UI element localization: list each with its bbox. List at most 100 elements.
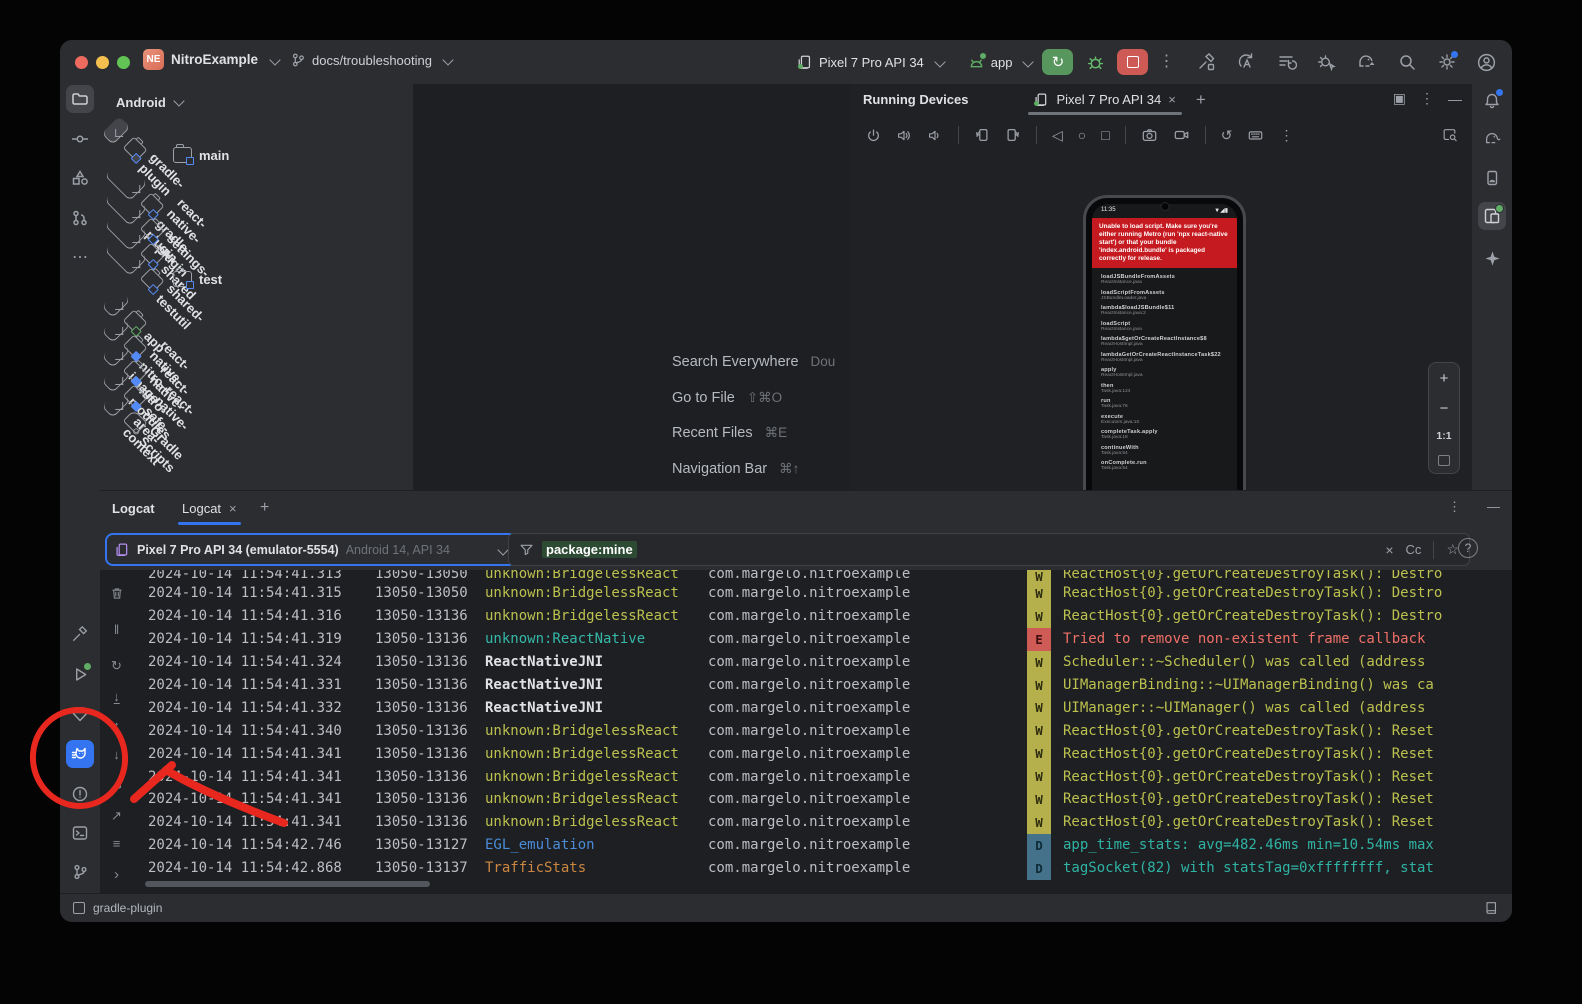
hardware-input-button[interactable]: [1247, 127, 1264, 143]
screen-record-button[interactable]: [1173, 127, 1190, 143]
project-view-selector[interactable]: Android: [100, 84, 413, 118]
device-screen[interactable]: 11:35 ▼◢▮ Unable to load script. Make su…: [1092, 204, 1237, 490]
vcs-branch-widget[interactable]: docs/troubleshooting: [290, 52, 452, 68]
log-row[interactable]: 2024-10-14 11:54:41.340 13050-13136 unkn…: [134, 719, 1512, 742]
tree-chevron-icon[interactable]: [115, 352, 123, 360]
gemini-assistant-tool-button[interactable]: [1478, 244, 1506, 272]
status-bar-module[interactable]: gradle-plugin: [93, 901, 162, 915]
pause-logcat-icon[interactable]: ‖: [114, 622, 119, 637]
log-row[interactable]: 2024-10-14 11:54:41.341 13050-13136 unkn…: [134, 742, 1512, 765]
screenshot-camera-button[interactable]: [1141, 127, 1158, 143]
log-row[interactable]: 2024-10-14 11:54:41.316 13050-13136 unkn…: [134, 605, 1512, 628]
restart-logcat-icon[interactable]: ↻: [111, 658, 122, 674]
volume-down-button[interactable]: [927, 128, 943, 143]
log-row[interactable]: 2024-10-14 11:54:41.332 13050-13136 Reac…: [134, 696, 1512, 719]
add-logcat-tab-button[interactable]: +: [260, 499, 269, 517]
minimize-window-button[interactable]: [96, 56, 109, 69]
run-more-menu[interactable]: ⋮: [1158, 54, 1174, 70]
kebab-icon[interactable]: ⋮: [1448, 499, 1461, 515]
log-row[interactable]: 2024-10-14 11:54:41.313 13050-13050 unkn…: [134, 570, 1512, 582]
log-row[interactable]: 2024-10-14 11:54:41.341 13050-13136 unkn…: [134, 765, 1512, 788]
previous-occurrence-icon[interactable]: ↑: [113, 718, 120, 733]
structure-tool-button[interactable]: [66, 164, 94, 192]
pull-requests-tool-button[interactable]: [66, 204, 94, 232]
device-mirror-phone[interactable]: 11:35 ▼◢▮ Unable to load script. Make su…: [1083, 195, 1246, 490]
app-quality-insights-tool-button[interactable]: [66, 700, 94, 728]
tree-item[interactable]: gradle-plugin: [102, 116, 131, 145]
log-row[interactable]: 2024-10-14 11:54:41.315 13050-13050 unkn…: [134, 582, 1512, 605]
close-tab-icon[interactable]: ×: [1168, 92, 1176, 107]
android-back-button[interactable]: ◁: [1052, 128, 1063, 142]
close-window-button[interactable]: [75, 56, 88, 69]
minimize-panel-icon[interactable]: —: [1448, 91, 1462, 107]
filter-funnel-icon[interactable]: [519, 542, 534, 557]
project-widget[interactable]: NE NitroExample: [143, 49, 279, 70]
tree-chevron-icon[interactable]: [132, 235, 140, 243]
tree-chevron-icon[interactable]: [115, 327, 123, 335]
log-row[interactable]: 2024-10-14 11:54:41.324 13050-13136 Reac…: [134, 651, 1512, 674]
gradle-sync-icon[interactable]: [1355, 51, 1378, 74]
export-logs-icon[interactable]: ↗: [111, 808, 122, 824]
sync-translate-icon[interactable]: [1235, 51, 1258, 74]
help-book-icon[interactable]: [1483, 900, 1499, 916]
logcat-tab[interactable]: Logcat ×: [178, 491, 241, 525]
layout-icon[interactable]: ▣: [1393, 90, 1406, 107]
zoom-out-button[interactable]: −: [1440, 400, 1449, 417]
tree-chevron-icon[interactable]: [132, 185, 140, 193]
clear-logcat-icon[interactable]: [109, 586, 124, 601]
log-row[interactable]: 2024-10-14 11:54:41.341 13050-13136 unkn…: [134, 788, 1512, 811]
log-row[interactable]: 2024-10-14 11:54:41.331 13050-13136 Reac…: [134, 674, 1512, 697]
log-row[interactable]: 2024-10-14 11:54:42.746 13050-13127 EGL_…: [134, 834, 1512, 857]
logcat-device-dropdown[interactable]: Pixel 7 Pro API 34 (emulator-5554) Andro…: [105, 533, 517, 566]
help-icon[interactable]: ?: [1458, 538, 1478, 558]
search-everywhere-icon[interactable]: [1395, 51, 1418, 74]
log-row[interactable]: 2024-10-14 11:54:41.341 13050-13136 unkn…: [134, 811, 1512, 834]
run-tool-button[interactable]: [66, 660, 94, 688]
power-button[interactable]: [866, 128, 881, 143]
gradle-tool-button[interactable]: [1478, 125, 1506, 153]
zoom-in-button[interactable]: +: [1440, 370, 1449, 387]
scroll-to-end-icon[interactable]: ↓: [113, 690, 120, 704]
tree-item[interactable]: test: [108, 267, 405, 291]
profiler-bug-icon[interactable]: [1315, 51, 1338, 74]
build-variants-icon[interactable]: [1275, 51, 1298, 74]
device-manager-tool-button[interactable]: [1478, 164, 1506, 192]
run-configuration-selector[interactable]: app: [968, 49, 1033, 75]
volume-up-button[interactable]: [896, 128, 912, 143]
debug-button[interactable]: [1083, 50, 1107, 74]
rotate-right-button[interactable]: [1005, 127, 1021, 143]
problems-tool-button[interactable]: [66, 780, 94, 808]
kebab-icon[interactable]: ⋮: [1420, 90, 1434, 107]
filter-query-value[interactable]: package:mine: [542, 541, 637, 558]
zoom-reset-button[interactable]: 1:1: [1436, 430, 1451, 442]
zoom-fit-button[interactable]: [1438, 455, 1450, 466]
add-device-tab-button[interactable]: +: [1196, 90, 1206, 110]
logcat-filter-field[interactable]: package:mine × Cc ☆: [508, 533, 1470, 566]
tree-item[interactable]: app: [102, 289, 131, 318]
profile-avatar-icon[interactable]: [1475, 51, 1498, 74]
running-devices-tool-button[interactable]: [1478, 202, 1506, 230]
build-tool-button[interactable]: [66, 620, 94, 648]
tree-chevron-icon[interactable]: [115, 129, 123, 137]
logcat-rows[interactable]: 2024-10-14 11:54:41.313 13050-13050 unkn…: [134, 570, 1512, 880]
log-row[interactable]: 2024-10-14 11:54:41.319 13050-13136 unkn…: [134, 628, 1512, 651]
rotate-left-button[interactable]: [974, 127, 990, 143]
maximize-window-button[interactable]: [117, 56, 130, 69]
logcat-tool-button[interactable]: [66, 740, 94, 768]
tree-item[interactable]: main: [108, 143, 405, 167]
android-overview-button[interactable]: □: [1101, 128, 1109, 142]
tree-chevron-icon[interactable]: [132, 210, 140, 218]
horizontal-scrollbar[interactable]: [145, 881, 430, 887]
more-tools-button[interactable]: ⋯: [66, 244, 94, 272]
match-case-toggle[interactable]: Cc: [1406, 542, 1422, 557]
tree-chevron-icon[interactable]: [115, 377, 123, 385]
next-occurrence-icon[interactable]: ↓: [113, 747, 120, 762]
minimize-panel-icon[interactable]: —: [1487, 499, 1500, 515]
more-gutter-actions-icon[interactable]: ›: [114, 866, 119, 883]
clear-filter-icon[interactable]: ×: [1385, 542, 1393, 558]
tree-chevron-icon[interactable]: [115, 402, 123, 410]
soft-wrap-icon[interactable]: ↩: [111, 780, 122, 796]
device-tab[interactable]: Pixel 7 Pro API 34 ×: [1028, 84, 1181, 115]
notifications-tool-button[interactable]: [1478, 87, 1506, 115]
stop-button[interactable]: [1117, 49, 1148, 75]
